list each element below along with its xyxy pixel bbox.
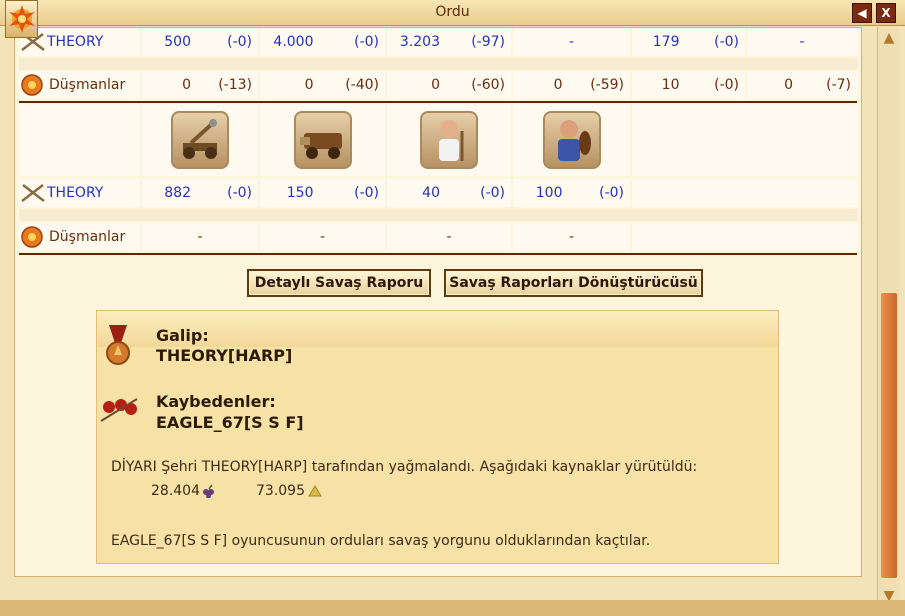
unit-count: - bbox=[197, 229, 203, 245]
enemies-label: Düşmanlar bbox=[49, 229, 126, 245]
ram-icon[interactable] bbox=[293, 111, 352, 169]
unit-loss: (-60) bbox=[471, 77, 505, 93]
table-row: Düşmanlar - - - - bbox=[19, 223, 859, 251]
unit-loss: (-59) bbox=[590, 77, 624, 93]
unit-loss: (-7) bbox=[826, 77, 851, 93]
unit-loss: (-0) bbox=[599, 185, 624, 201]
enemy-shield-icon bbox=[21, 226, 43, 248]
unit-loss: (-0) bbox=[227, 185, 252, 201]
unit-count: 10 bbox=[661, 77, 680, 93]
unit-count: 150 bbox=[286, 185, 314, 201]
unit-count: - bbox=[446, 229, 452, 245]
unit-count: - bbox=[799, 34, 805, 50]
unit-count: - bbox=[568, 229, 575, 245]
vertical-scrollbar[interactable]: ▲ ▼ bbox=[877, 27, 899, 607]
unit-count: 4.000 bbox=[273, 34, 314, 50]
crossed-swords-icon bbox=[21, 184, 45, 202]
medal-icon bbox=[106, 325, 130, 365]
doctor-icon[interactable] bbox=[420, 111, 478, 169]
report-converter-button[interactable]: Savaş Raporları Dönüştürücüsü bbox=[444, 269, 703, 297]
unit-count: 882 bbox=[164, 185, 191, 201]
table-row: THEORY 500 (-0) 4.000 (-0) 3.203 (-97) - 17… bbox=[19, 28, 859, 56]
unit-loss: (-13) bbox=[218, 77, 252, 93]
unit-icons-row bbox=[19, 104, 859, 176]
enemies-label: Düşmanlar bbox=[49, 77, 126, 93]
unit-count: 500 bbox=[164, 34, 191, 50]
unit-loss: (-0) bbox=[354, 34, 379, 50]
unit-count: 100 bbox=[535, 185, 563, 201]
resource-amount-1: 28.404 bbox=[151, 483, 200, 499]
plunder-text: DİYARI Şehri THEORY[HARP] tarafından yağ… bbox=[111, 459, 698, 475]
table-row: THEORY 882 (-0) 150 (-0) 40 (-0) 100 (-0) bbox=[19, 179, 859, 207]
unit-loss: (-0) bbox=[227, 34, 252, 50]
grapes-icon bbox=[203, 484, 214, 498]
player-name[interactable]: THEORY bbox=[47, 34, 103, 50]
unit-loss: (-0) bbox=[714, 77, 739, 93]
unit-loss: (-0) bbox=[714, 34, 739, 50]
unit-count: 0 bbox=[304, 77, 314, 93]
window-title: Ordu bbox=[435, 4, 470, 20]
unit-count: - bbox=[568, 34, 575, 50]
unit-loss: (-40) bbox=[345, 77, 379, 93]
warrior-icon[interactable] bbox=[542, 111, 601, 169]
unit-count: - bbox=[319, 229, 326, 245]
unit-count: 3.203 bbox=[399, 34, 440, 50]
unit-count: 0 bbox=[784, 77, 793, 93]
unit-count: 0 bbox=[182, 77, 191, 93]
unit-count: 179 bbox=[652, 34, 680, 50]
winner-name[interactable]: THEORY[HARP] bbox=[156, 346, 292, 365]
player-name[interactable]: THEORY bbox=[47, 185, 103, 201]
army-logo-icon bbox=[5, 0, 38, 38]
close-button[interactable]: X bbox=[876, 3, 896, 23]
winner-label: Galip: bbox=[156, 326, 209, 345]
enemy-shield-icon bbox=[21, 74, 43, 96]
table-row: Düşmanlar 0 (-13) 0 (-40) 0 (-60) 0 (-59) 10… bbox=[19, 71, 859, 99]
unit-loss: (-97) bbox=[471, 34, 505, 50]
unit-loss: (-0) bbox=[354, 185, 379, 201]
catapult-icon[interactable] bbox=[171, 111, 229, 169]
bottom-bar bbox=[0, 600, 905, 616]
divider bbox=[19, 253, 857, 255]
detailed-report-button[interactable]: Detaylı Savaş Raporu bbox=[247, 269, 431, 297]
losers-label: Kaybedenler: bbox=[156, 392, 276, 411]
resource-amount-2: 73.095 bbox=[256, 483, 305, 499]
unit-loss: (-0) bbox=[480, 185, 505, 201]
scroll-up-icon[interactable]: ▲ bbox=[879, 29, 899, 47]
divider bbox=[19, 101, 857, 103]
unit-count: 40 bbox=[422, 185, 440, 201]
back-button[interactable]: ◀ bbox=[852, 3, 872, 23]
unit-count: 0 bbox=[553, 77, 563, 93]
title-bar: Ordu bbox=[0, 0, 905, 26]
marble-icon bbox=[308, 485, 322, 497]
scroll-thumb[interactable] bbox=[881, 293, 897, 578]
fallen-soldiers-icon bbox=[100, 398, 138, 422]
loser-name[interactable]: EAGLE_67[S S F] bbox=[156, 413, 304, 432]
unit-count: 0 bbox=[431, 77, 440, 93]
fled-text: EAGLE_67[S S F] oyuncusunun orduları sav… bbox=[111, 533, 651, 549]
battle-result-box: Galip: THEORY[HARP] Kaybedenler: EAGLE_6… bbox=[96, 310, 779, 564]
